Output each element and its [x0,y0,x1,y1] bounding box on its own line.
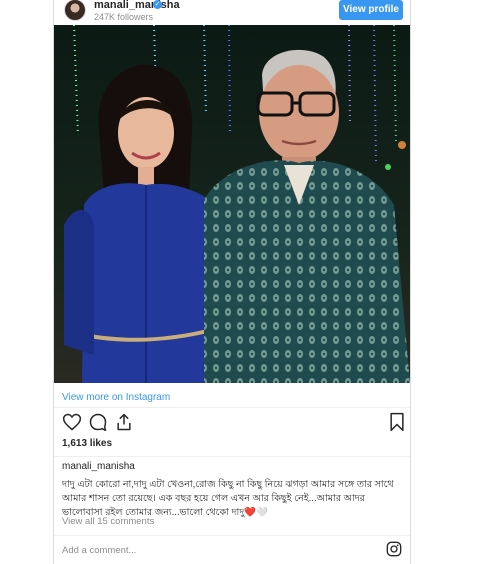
caption-username-link[interactable]: manali_manisha [62,461,135,472]
divider [54,535,410,536]
post-caption: দাদু এটা কোরো না,দাদু এটা খেওনা,রোজ কিছু… [62,478,404,520]
post-header: manali_manisha ✓ 247K followers View pro… [54,0,410,25]
instagram-embed-card: manali_manisha ✓ 247K followers View pro… [53,0,411,564]
like-count[interactable]: 1,613 likes [62,438,112,449]
verified-icon: ✓ [153,0,162,9]
avatar[interactable] [64,0,86,21]
heart-emoji: ❤️🤍 [244,507,268,518]
divider [54,407,410,408]
bookmark-icon[interactable] [388,412,406,432]
caption-text: দাদু এটা কোরো না,দাদু এটা খেওনা,রোজ কিছু… [62,479,394,518]
share-icon[interactable] [114,412,134,432]
follower-count: 247K followers [94,12,154,22]
view-more-link[interactable]: View more on Instagram [62,392,170,403]
post-photo-image [54,25,410,383]
heart-icon[interactable] [62,412,82,432]
post-photo[interactable] [54,25,410,383]
username-link[interactable]: manali_manisha [94,0,180,11]
action-bar [62,412,404,432]
instagram-icon[interactable] [386,541,402,557]
add-comment-link[interactable]: Add a comment... [62,545,136,556]
comment-icon[interactable] [88,412,108,432]
view-profile-button[interactable]: View profile [339,0,403,20]
view-comments-link[interactable]: View all 15 comments [62,516,154,527]
divider [54,456,410,457]
